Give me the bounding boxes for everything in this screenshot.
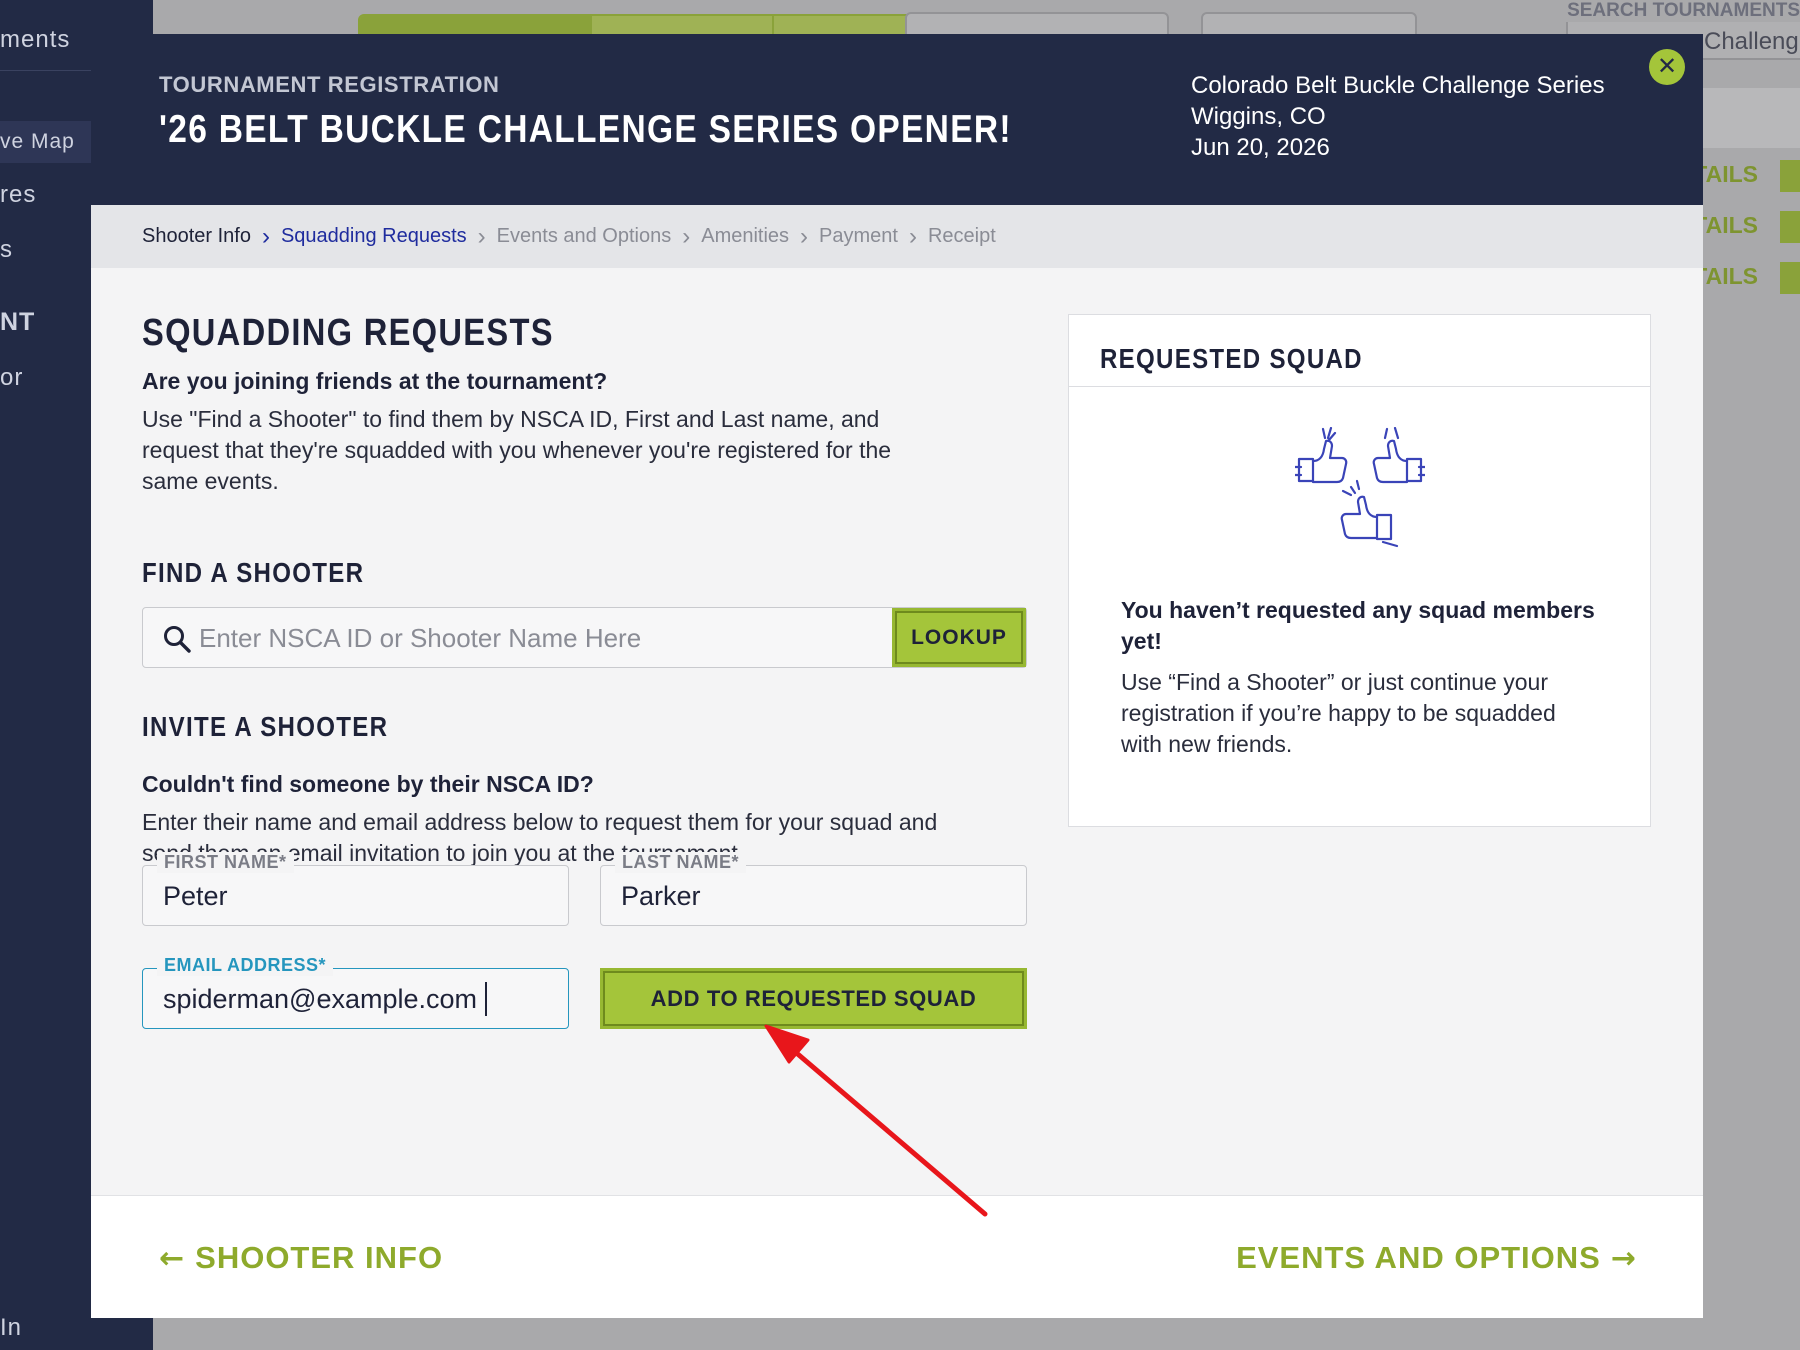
section-heading-find: FIND A SHOOTER: [142, 557, 365, 588]
chevron-right-icon: ›: [800, 222, 809, 250]
series-name: Colorado Belt Buckle Challenge Series: [1191, 72, 1605, 99]
background-row-band: [1700, 88, 1800, 148]
last-name-label: LAST NAME*: [615, 852, 746, 873]
tournament-date: Jun 20, 2026: [1191, 134, 1330, 161]
close-icon: ✕: [1656, 53, 1678, 80]
first-name-field: FIRST NAME*: [142, 852, 569, 926]
email-label: EMAIL ADDRESS*: [157, 955, 334, 976]
sidebar-item-or[interactable]: or: [0, 364, 23, 392]
requested-squad-card: REQUESTED SQUAD You haven’t requested an…: [1068, 314, 1651, 827]
thumbs-up-icon: [1295, 427, 1425, 548]
modal-header: TOURNAMENT REGISTRATION '26 BELT BUCKLE …: [91, 34, 1703, 205]
breadcrumb-shooter-info[interactable]: Shooter Info: [142, 225, 251, 248]
close-button[interactable]: ✕: [1649, 49, 1685, 85]
lookup-button[interactable]: LOOKUP: [892, 608, 1026, 667]
background-details-link[interactable]: TAILS: [1693, 160, 1800, 192]
sidebar-item-res[interactable]: res: [0, 181, 36, 209]
modal-footer: ← SHOOTER INFO EVENTS AND OPTIONS →: [91, 1195, 1703, 1318]
squadding-description: Use "Find a Shooter" to find them by NSC…: [142, 406, 892, 494]
squadding-question: Are you joining friends at the tournamen…: [142, 368, 608, 394]
breadcrumb-squadding-requests[interactable]: Squadding Requests: [281, 225, 467, 248]
last-name-field: LAST NAME*: [600, 852, 1027, 926]
sidebar-item-map-label: ve Map: [0, 130, 75, 153]
background-details-link[interactable]: TAILS: [1693, 262, 1800, 294]
breadcrumb-receipt: Receipt: [927, 225, 996, 247]
requested-squad-heading: REQUESTED SQUAD: [1100, 343, 1363, 374]
details-button[interactable]: [1780, 211, 1800, 243]
chevron-right-icon: ›: [477, 222, 486, 250]
sidebar-item-s[interactable]: s: [0, 236, 13, 264]
email-field: EMAIL ADDRESS*: [142, 955, 569, 1029]
modal-body: SQUADDING REQUESTS Are you joining frien…: [91, 268, 1703, 1195]
background-search-label: SEARCH TOURNAMENTS: [1559, 0, 1800, 22]
chevron-right-icon: ›: [682, 222, 691, 250]
tournament-title: '26 BELT BUCKLE CHALLENGE SERIES OPENER!: [159, 108, 1012, 151]
last-name-input[interactable]: [621, 878, 1001, 914]
modal-kicker: TOURNAMENT REGISTRATION: [159, 72, 500, 97]
tournament-info: Colorado Belt Buckle Challenge Series Wi…: [1191, 70, 1605, 163]
section-heading-squadding: SQUADDING REQUESTS: [142, 312, 554, 354]
find-shooter-field: LOOKUP: [142, 607, 1027, 668]
arrow-right-icon: →: [1610, 1240, 1637, 1276]
requested-squad-header: REQUESTED SQUAD: [1069, 315, 1650, 387]
sidebar-section-heading: NT: [0, 308, 36, 336]
details-button[interactable]: [1780, 262, 1800, 294]
first-name-label: FIRST NAME*: [157, 852, 294, 873]
requested-squad-empty-title: You haven’t requested any squad members …: [1121, 597, 1595, 654]
breadcrumb-payment: Payment: [819, 225, 898, 247]
invite-question: Couldn't find someone by their NSCA ID?: [142, 771, 594, 797]
search-icon: [164, 626, 191, 653]
breadcrumb-events-and-options: Events and Options: [496, 225, 672, 247]
requested-squad-empty-text: Use “Find a Shooter” or just continue yo…: [1121, 669, 1556, 757]
registration-modal: TOURNAMENT REGISTRATION '26 BELT BUCKLE …: [91, 34, 1703, 1318]
next-link[interactable]: EVENTS AND OPTIONS →: [1236, 1240, 1637, 1276]
back-link-label: SHOOTER INFO: [195, 1240, 444, 1275]
add-to-requested-squad-button[interactable]: ADD TO REQUESTED SQUAD: [600, 968, 1027, 1029]
arrow-left-icon: ←: [159, 1240, 186, 1276]
section-heading-invite: INVITE A SHOOTER: [142, 711, 389, 742]
breadcrumb: Shooter Info › Squadding Requests › Even…: [91, 205, 1703, 268]
details-button[interactable]: [1780, 160, 1800, 192]
sidebar-item-login[interactable]: In: [0, 1314, 22, 1342]
find-shooter-input[interactable]: [199, 618, 889, 658]
back-link[interactable]: ← SHOOTER INFO: [159, 1240, 443, 1276]
next-link-label: EVENTS AND OPTIONS: [1236, 1240, 1601, 1275]
sidebar-item-tournaments[interactable]: ments: [0, 26, 70, 54]
first-name-input[interactable]: [163, 878, 543, 914]
text-caret: [485, 982, 487, 1016]
breadcrumb-amenities: Amenities: [701, 225, 790, 247]
background-details-link[interactable]: TAILS: [1693, 211, 1800, 243]
chevron-right-icon: ›: [261, 222, 270, 250]
tournament-location: Wiggins, CO: [1191, 103, 1326, 130]
chevron-right-icon: ›: [908, 222, 917, 250]
